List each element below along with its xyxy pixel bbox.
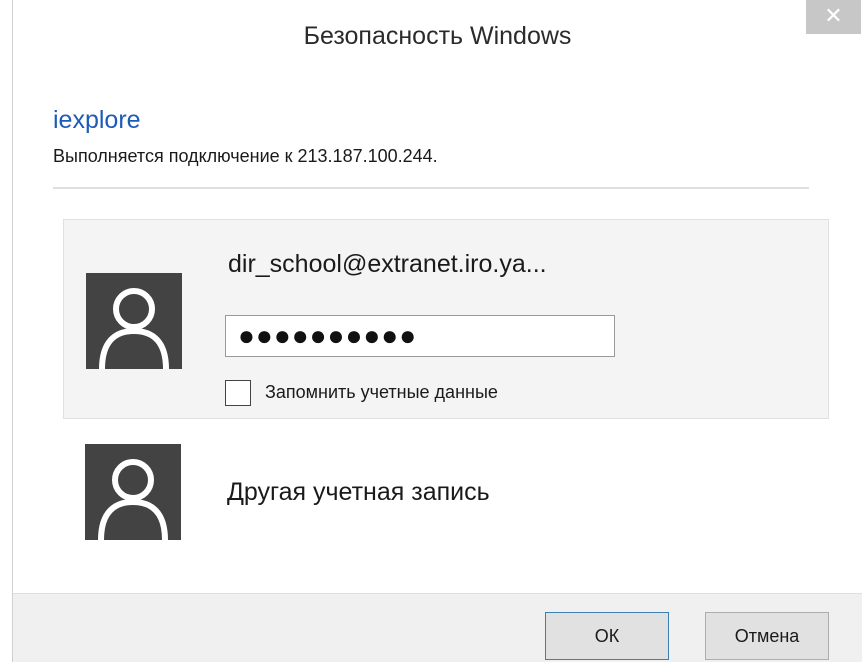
password-field[interactable]: ●●●●●●●●●● [225, 315, 615, 357]
desktop-edge [0, 0, 12, 662]
divider [53, 187, 809, 189]
dialog-content: iexplore Выполняется подключение к 213.1… [13, 82, 862, 593]
ok-button[interactable]: ОК [545, 612, 669, 660]
close-button[interactable]: ✕ [806, 0, 861, 34]
user-silhouette-icon [86, 273, 182, 369]
remember-credentials-label[interactable]: Запомнить учетные данные [265, 382, 498, 403]
other-account-label: Другая учетная запись [227, 478, 490, 506]
button-bar: ОК Отмена [13, 593, 862, 662]
password-mask: ●●●●●●●●●● [238, 320, 418, 351]
app-name: iexplore [53, 106, 141, 134]
cancel-button[interactable]: Отмена [705, 612, 829, 660]
connection-message: Выполняется подключение к 213.187.100.24… [53, 146, 438, 166]
user-silhouette-icon [85, 444, 181, 540]
window-title: Безопасность Windows [303, 22, 572, 50]
account-tile-other[interactable]: Другая учетная запись [63, 434, 829, 542]
close-icon: ✕ [824, 3, 843, 28]
remember-credentials-checkbox[interactable] [225, 380, 251, 406]
title-bar: Безопасность Windows ✕ [13, 0, 862, 82]
account-tile-selected[interactable]: dir_school@extranet.iro.ya... ●●●●●●●●●●… [63, 219, 829, 419]
account-username: dir_school@extranet.iro.ya... [228, 250, 547, 278]
credential-dialog: Безопасность Windows ✕ iexplore Выполняе… [12, 0, 862, 662]
